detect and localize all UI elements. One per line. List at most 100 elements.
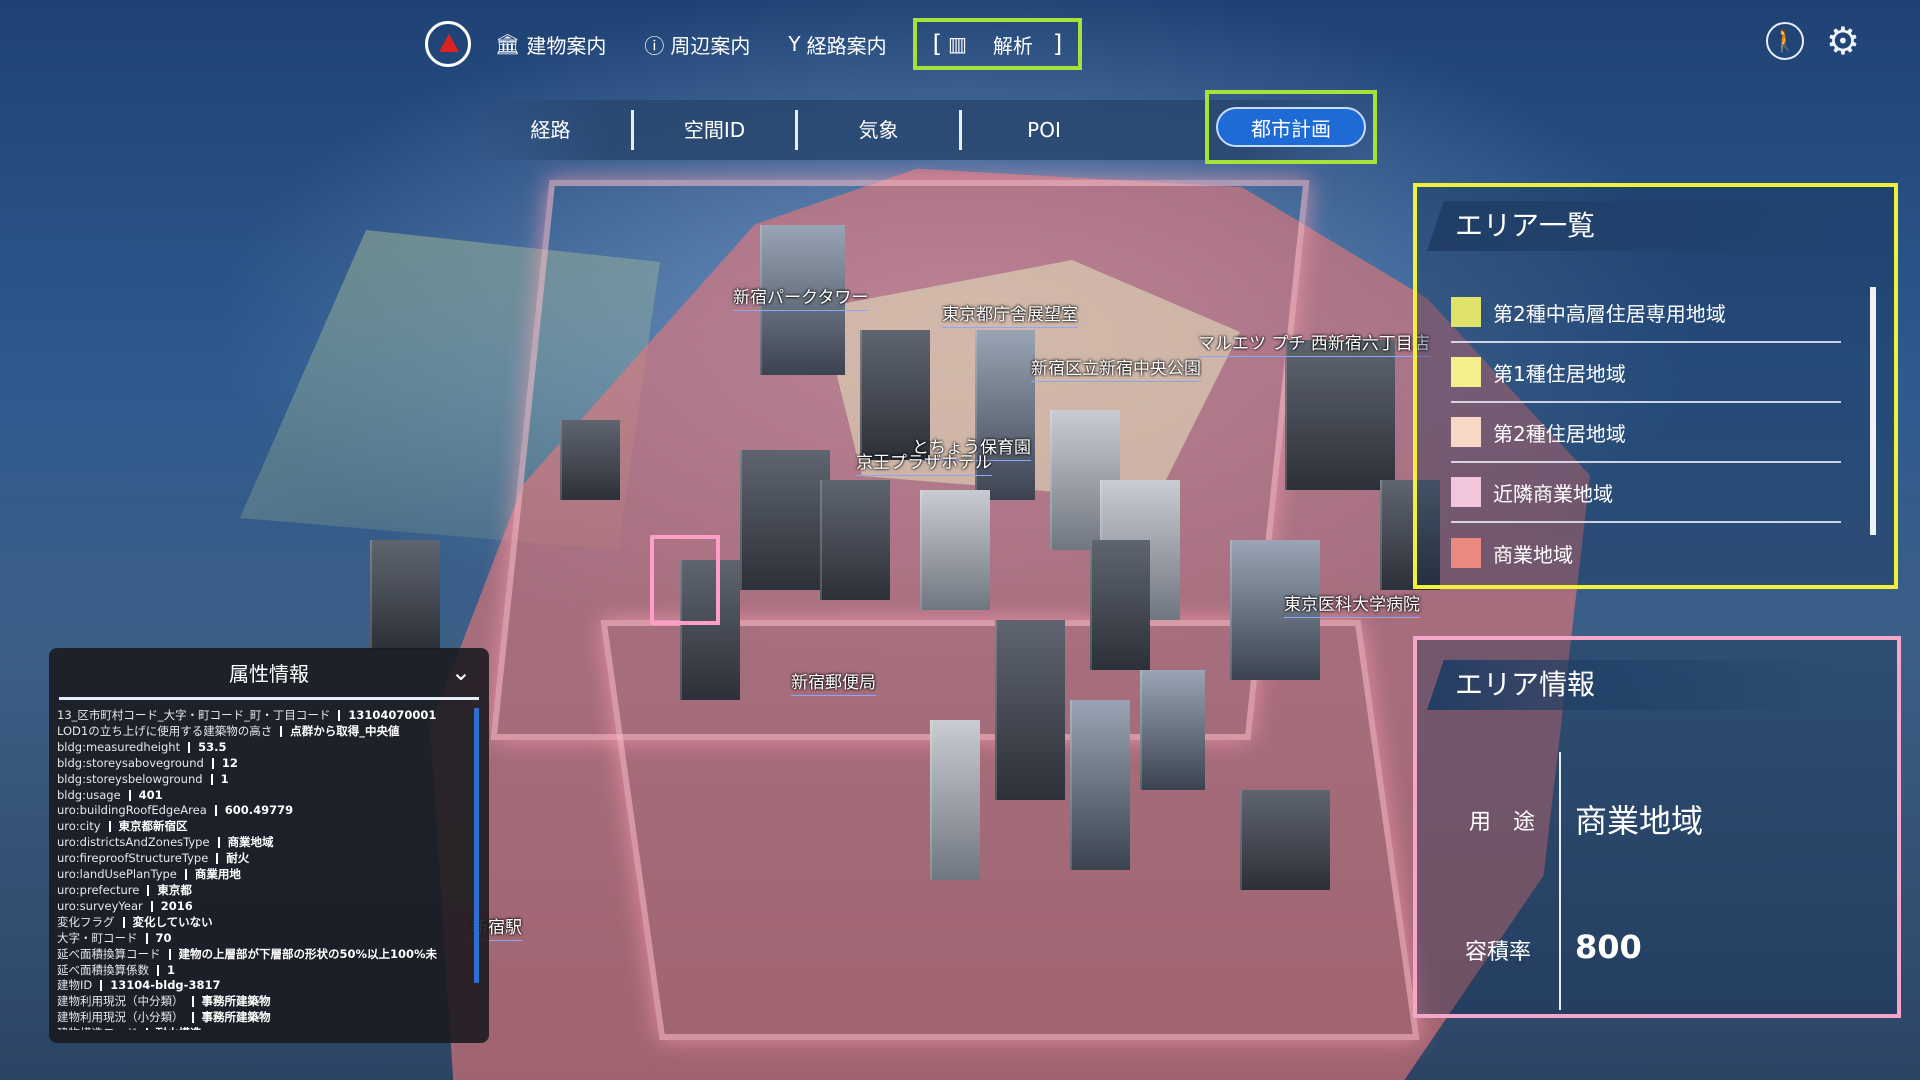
attribute-value: 1 <box>167 962 176 977</box>
attribute-key: 変化フラグ <box>57 914 115 929</box>
attribute-key: 建物利用現況（小分類） <box>57 1010 184 1025</box>
attribute-scrollbar[interactable] <box>474 708 479 983</box>
area-info-panel: エリア情報 用 途 商業地域 容積率 800 <box>1413 636 1901 1018</box>
area-item[interactable]: 第2種住居地域 <box>1451 403 1841 463</box>
attribute-panel-header: 属性情報 ⌄ <box>59 648 479 700</box>
attribute-value: 点群から取得_中央値 <box>290 723 400 738</box>
attribute-panel: 属性情報 ⌄ 13_区市町村コード_大字・町コード_町・丁目コード 1310407… <box>49 648 489 1043</box>
poi-label[interactable]: 新宿パークタワー <box>733 283 869 311</box>
building[interactable] <box>920 490 990 610</box>
attribute-key: uro:fireproofStructureType <box>57 851 209 866</box>
chevron-down-icon[interactable]: ⌄ <box>451 658 471 686</box>
app-logo-icon[interactable] <box>425 21 471 67</box>
area-item-label: 第1種住居地域 <box>1493 361 1626 386</box>
area-list-panel: エリア一覧 第2種中高層住居専用地域 第1種住居地域 第2種住居地域 近隣商業地… <box>1413 183 1898 589</box>
separator <box>184 869 187 881</box>
separator <box>191 996 194 1008</box>
building[interactable] <box>1140 670 1205 790</box>
area-item[interactable]: 第2種中高層住居専用地域 <box>1451 283 1841 343</box>
building[interactable] <box>1090 540 1150 670</box>
tab-route[interactable]: 経路 <box>470 110 634 150</box>
color-swatch <box>1451 477 1481 507</box>
attribute-panel-title: 属性情報 <box>229 662 309 686</box>
attribute-value: 耐火構造 <box>156 1026 202 1030</box>
attribute-row: uro:city 東京都新宿区 <box>57 819 481 835</box>
building[interactable] <box>370 540 440 650</box>
area-item-label: 商業地域 <box>1493 542 1573 567</box>
color-swatch <box>1451 297 1481 327</box>
attribute-value: 53.5 <box>198 739 227 754</box>
tab-poi[interactable]: POI <box>962 110 1126 150</box>
tab-spatial-id[interactable]: 空間ID <box>634 110 798 150</box>
area-item[interactable]: 第1種住居地域 <box>1451 343 1841 403</box>
area-item-label: 第2種中高層住居専用地域 <box>1493 301 1726 326</box>
attribute-value: 建物の上層部が下層部の形状の50%以上100%未 <box>178 946 438 961</box>
nav-route-guide[interactable]: Y 経路案内 <box>788 30 886 59</box>
attribute-value: 東京都新宿区 <box>118 819 188 834</box>
area-item-label: 第2種住居地域 <box>1493 421 1626 446</box>
attribute-row: 建物利用現況（小分類） 事務所建築物 <box>57 1010 481 1026</box>
building[interactable] <box>560 420 620 500</box>
far-value: 800 <box>1575 928 1642 966</box>
attribute-value: 12 <box>221 755 238 770</box>
accessibility-icon[interactable]: 🚶 <box>1765 22 1804 60</box>
attribute-key: uro:surveyYear <box>57 898 143 913</box>
separator <box>168 948 171 960</box>
attribute-value: 13104070001 <box>348 708 437 722</box>
top-right-tools: 🚶 ⚙ <box>1765 22 1860 60</box>
attribute-row: 大字・町コード 70 <box>57 931 481 947</box>
attribute-key: uro:city <box>57 819 101 834</box>
tab-weather[interactable]: 気象 <box>798 110 962 150</box>
tab-urban-planning[interactable]: 都市計画 <box>1216 107 1366 147</box>
attribute-row: 延べ面積換算係数 1 <box>57 963 481 979</box>
poi-label[interactable]: 新宿郵便局 <box>791 668 876 696</box>
bracket-right: ] <box>1052 30 1063 58</box>
separator <box>338 710 341 721</box>
nav-analysis[interactable]: [ ▥ 解析 ] <box>912 18 1083 70</box>
area-item[interactable]: 商業地域 <box>1451 523 1841 583</box>
poi-label[interactable]: 東京医科大学病院 <box>1284 590 1420 618</box>
attribute-value: 2016 <box>160 898 193 913</box>
attribute-row: uro:buildingRoofEdgeArea 600.49779 <box>57 803 481 819</box>
separator <box>128 789 131 801</box>
building[interactable] <box>1070 700 1130 870</box>
building[interactable] <box>820 480 890 600</box>
attribute-value: 70 <box>155 930 172 945</box>
attribute-value: 商業地域 <box>227 835 274 850</box>
nav-surroundings-guide[interactable]: ⓘ 周辺案内 <box>644 30 750 59</box>
attribute-row: uro:districtsAndZonesType 商業地域 <box>57 835 481 851</box>
attribute-key: 延べ面積換算コード <box>57 946 161 961</box>
info-icon: ⓘ <box>644 33 665 58</box>
attribute-key: bldg:measuredheight <box>57 739 181 754</box>
separator <box>280 725 283 737</box>
color-swatch <box>1451 417 1481 447</box>
area-list-scrollbar[interactable] <box>1870 287 1876 535</box>
building[interactable] <box>1240 790 1330 890</box>
attribute-value: 600.49779 <box>224 803 294 818</box>
separator <box>145 932 148 944</box>
gear-icon[interactable]: ⚙ <box>1826 22 1860 60</box>
poi-label[interactable]: マルエツ プチ 西新宿六丁目店 <box>1198 329 1430 357</box>
use-label: 用 途 <box>1469 810 1536 835</box>
attribute-value: 東京都 <box>157 882 192 897</box>
separator <box>217 837 220 849</box>
selected-building-highlight[interactable] <box>650 535 720 625</box>
info-divider <box>1559 752 1561 1010</box>
attribute-list[interactable]: 13_区市町村コード_大字・町コード_町・丁目コード 13104070001 LOD… <box>49 700 489 1030</box>
poi-label[interactable]: 東京都庁舎展望室 <box>942 300 1078 328</box>
far-label: 容積率 <box>1465 940 1532 965</box>
nav-building-guide[interactable]: 🏛 建物案内 <box>495 30 606 59</box>
attribute-key: bldg:usage <box>57 787 121 802</box>
poi-label[interactable]: 新宿区立新宿中央公園 <box>1031 354 1201 382</box>
color-swatch <box>1451 538 1481 568</box>
building[interactable] <box>1285 340 1395 490</box>
area-item[interactable]: 近隣商業地域 <box>1451 463 1841 523</box>
poi-label[interactable]: 京王プラザホテル <box>856 448 992 476</box>
building[interactable] <box>930 720 980 880</box>
attribute-row: uro:prefecture 東京都 <box>57 883 481 899</box>
building[interactable] <box>995 620 1065 800</box>
separator <box>214 805 217 817</box>
building[interactable] <box>740 450 830 590</box>
attribute-row: bldg:usage 401 <box>57 788 481 804</box>
chart-icon: ▥ <box>947 32 967 56</box>
